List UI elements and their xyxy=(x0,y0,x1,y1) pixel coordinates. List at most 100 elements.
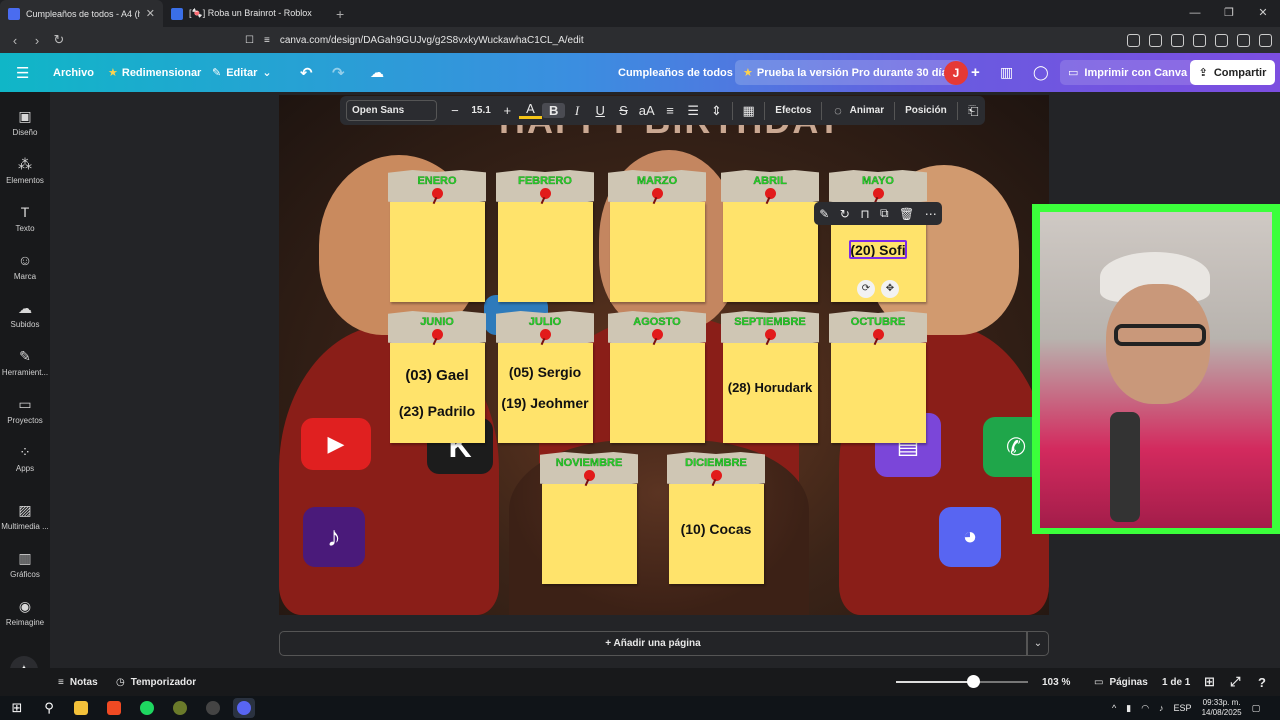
insights-icon[interactable]: ▥ xyxy=(1000,53,1013,92)
archivo-menu[interactable]: Archivo xyxy=(53,53,94,92)
extension-icon[interactable] xyxy=(1127,33,1140,47)
avatar[interactable]: J xyxy=(944,61,968,85)
position-button[interactable]: Posición xyxy=(899,105,953,116)
undo-icon[interactable]: ↶ xyxy=(300,53,313,92)
note-diciembre[interactable]: DICIEMBRE (10) Cocas xyxy=(667,452,765,584)
text-selection-box[interactable] xyxy=(849,240,907,259)
redimensionar-button[interactable]: ★ Redimensionar xyxy=(108,53,201,92)
rail-marca[interactable]: ☺ Marca xyxy=(0,252,50,281)
rail-apps[interactable]: ⁘ Apps xyxy=(0,444,50,473)
note-enero[interactable]: ENERO xyxy=(388,170,486,302)
increase-size-icon[interactable]: + xyxy=(496,103,519,118)
effects-button[interactable]: Efectos xyxy=(769,105,817,116)
document-title[interactable]: Cumpleaños de todos xyxy=(618,53,733,92)
print-button[interactable]: ▭ Imprimir con Canva xyxy=(1060,60,1196,85)
tiktok-icon[interactable]: ♪ xyxy=(303,507,365,567)
italic-icon[interactable]: I xyxy=(565,103,588,119)
cloud-saved-icon[interactable]: ☁ xyxy=(370,53,384,92)
bookmark-icon[interactable]: ☐ xyxy=(245,35,254,46)
magic-edit-icon[interactable]: ✎ xyxy=(819,207,829,221)
add-member-icon[interactable]: + xyxy=(971,53,980,92)
timer-button[interactable]: ◷ Temporizador xyxy=(116,668,196,696)
url-field[interactable]: ☐ ≡ canva.com/design/DAGah9GUJvg/g2S8vxk… xyxy=(245,29,995,51)
spacing-icon[interactable]: ⇕ xyxy=(705,103,728,119)
rail-herramientas[interactable]: ✎ Herramient... xyxy=(0,348,50,377)
extension-icon[interactable] xyxy=(1149,33,1162,47)
birthday-entry[interactable]: (28) Horudark xyxy=(721,380,819,395)
strikethrough-icon[interactable]: S xyxy=(612,103,635,118)
tab-roblox[interactable]: [🍬] Roba un Brainrot - Roblox xyxy=(163,0,326,27)
trash-icon[interactable]: 🗑 xyxy=(899,207,914,221)
discord-taskbar-icon[interactable] xyxy=(233,698,255,718)
volume-icon[interactable]: ♪ xyxy=(1159,703,1164,713)
decrease-size-icon[interactable]: − xyxy=(443,103,466,118)
restore-icon[interactable]: ❐ xyxy=(1212,0,1246,27)
bold-icon[interactable]: B xyxy=(542,103,566,118)
obs-icon[interactable] xyxy=(202,698,224,718)
wifi-icon[interactable]: ◠ xyxy=(1141,703,1149,714)
back-icon[interactable]: ‹ xyxy=(4,33,26,48)
file-explorer-icon[interactable] xyxy=(70,698,92,718)
note-junio[interactable]: JUNIO (03) Gael (23) Padrilo xyxy=(388,311,486,443)
list-icon[interactable]: ☰ xyxy=(682,103,705,119)
move-handle-icon[interactable]: ✥ xyxy=(881,280,899,298)
note-agosto[interactable]: AGOSTO xyxy=(608,311,706,443)
redo-icon[interactable]: ↷ xyxy=(332,53,345,92)
rail-multimedia[interactable]: ▨ Multimedia ... xyxy=(0,502,50,531)
rail-reimagine[interactable]: ◉ Reimagine xyxy=(0,598,50,627)
rotate-handle-icon[interactable]: ⟳ xyxy=(857,280,875,298)
zoom-slider[interactable] xyxy=(896,668,1028,696)
tab-canva[interactable]: Cumpleaños de todos - A4 (hori ✕ xyxy=(0,0,163,27)
grid-view-icon[interactable]: ⊞ xyxy=(1204,668,1215,696)
discord-icon[interactable]: ◕ xyxy=(939,507,1001,567)
new-tab-button[interactable]: + xyxy=(326,0,354,27)
birthday-entry[interactable]: (05) Sergio xyxy=(496,364,594,380)
animate-button[interactable]: Animar xyxy=(850,105,890,116)
youtube-icon[interactable]: ▶ xyxy=(301,418,371,470)
birthday-entry[interactable]: (19) Jeohmer xyxy=(496,395,594,411)
sidebar-icon[interactable] xyxy=(1193,33,1206,47)
windows-start-icon[interactable]: ⊞ xyxy=(6,698,28,718)
spotify-icon[interactable] xyxy=(136,698,158,718)
rail-elementos[interactable]: ⁂ Elementos xyxy=(0,156,50,185)
add-page-button[interactable]: + Añadir una página xyxy=(279,631,1027,656)
case-icon[interactable]: aA xyxy=(635,103,658,118)
rail-graficos[interactable]: ▥ Gráficos xyxy=(0,550,50,579)
note-mayo[interactable]: MAYO (20) Sofi xyxy=(829,170,927,302)
notifications-icon[interactable]: ▢ xyxy=(1252,703,1261,714)
share-button[interactable]: ⇪ Compartir xyxy=(1190,60,1275,85)
zoom-handle[interactable] xyxy=(966,675,980,688)
note-febrero[interactable]: FEBRERO xyxy=(496,170,594,302)
comments-icon[interactable]: ◯ xyxy=(1033,53,1049,92)
note-octubre[interactable]: OCTUBRE xyxy=(829,311,927,443)
wallet-icon[interactable] xyxy=(1215,33,1228,47)
rail-diseno[interactable]: ▣ Diseño xyxy=(0,108,50,137)
note-abril[interactable]: ABRIL xyxy=(721,170,819,302)
font-size-input[interactable]: 15.1 xyxy=(467,105,496,116)
close-tab-icon[interactable]: ✕ xyxy=(146,7,155,20)
birthday-entry[interactable]: (23) Padrilo xyxy=(388,403,486,419)
language-indicator[interactable]: ESP xyxy=(1174,703,1192,713)
pro-trial-button[interactable]: ★ Prueba la versión Pro durante 30 días xyxy=(735,60,962,85)
copy-style-icon[interactable]: ⎗ xyxy=(962,103,985,119)
search-icon[interactable]: ⚲ xyxy=(38,698,60,718)
zoom-level[interactable]: 103 % xyxy=(1042,668,1070,696)
rail-texto[interactable]: T Texto xyxy=(0,204,50,233)
note-julio[interactable]: JULIO (05) Sergio (19) Jeohmer xyxy=(496,311,594,443)
transparency-icon[interactable]: ▦ xyxy=(737,103,760,119)
note-septiembre[interactable]: SEPTIEMBRE (28) Horudark xyxy=(721,311,819,443)
pages-button[interactable]: ▭ Páginas xyxy=(1094,668,1148,696)
birthday-entry[interactable]: (03) Gael xyxy=(388,367,486,384)
close-window-icon[interactable]: ✕ xyxy=(1246,0,1280,27)
text-color-icon[interactable]: A xyxy=(518,102,543,119)
lock-icon[interactable]: ⊓ xyxy=(860,207,869,221)
clock[interactable]: 09:33p. m. 14/08/2025 xyxy=(1202,698,1242,718)
more-options-icon[interactable]: ⋯ xyxy=(925,207,937,221)
help-icon[interactable]: ? xyxy=(1258,668,1266,696)
vpn-icon[interactable] xyxy=(1237,33,1250,47)
hamburger-menu-icon[interactable]: ☰ xyxy=(16,53,29,92)
editar-menu[interactable]: ✎ Editar ⌄ xyxy=(212,53,272,92)
rail-proyectos[interactable]: ▭ Proyectos xyxy=(0,396,50,425)
note-marzo[interactable]: MARZO xyxy=(608,170,706,302)
add-page-chevron-icon[interactable]: ⌄ xyxy=(1027,631,1049,656)
